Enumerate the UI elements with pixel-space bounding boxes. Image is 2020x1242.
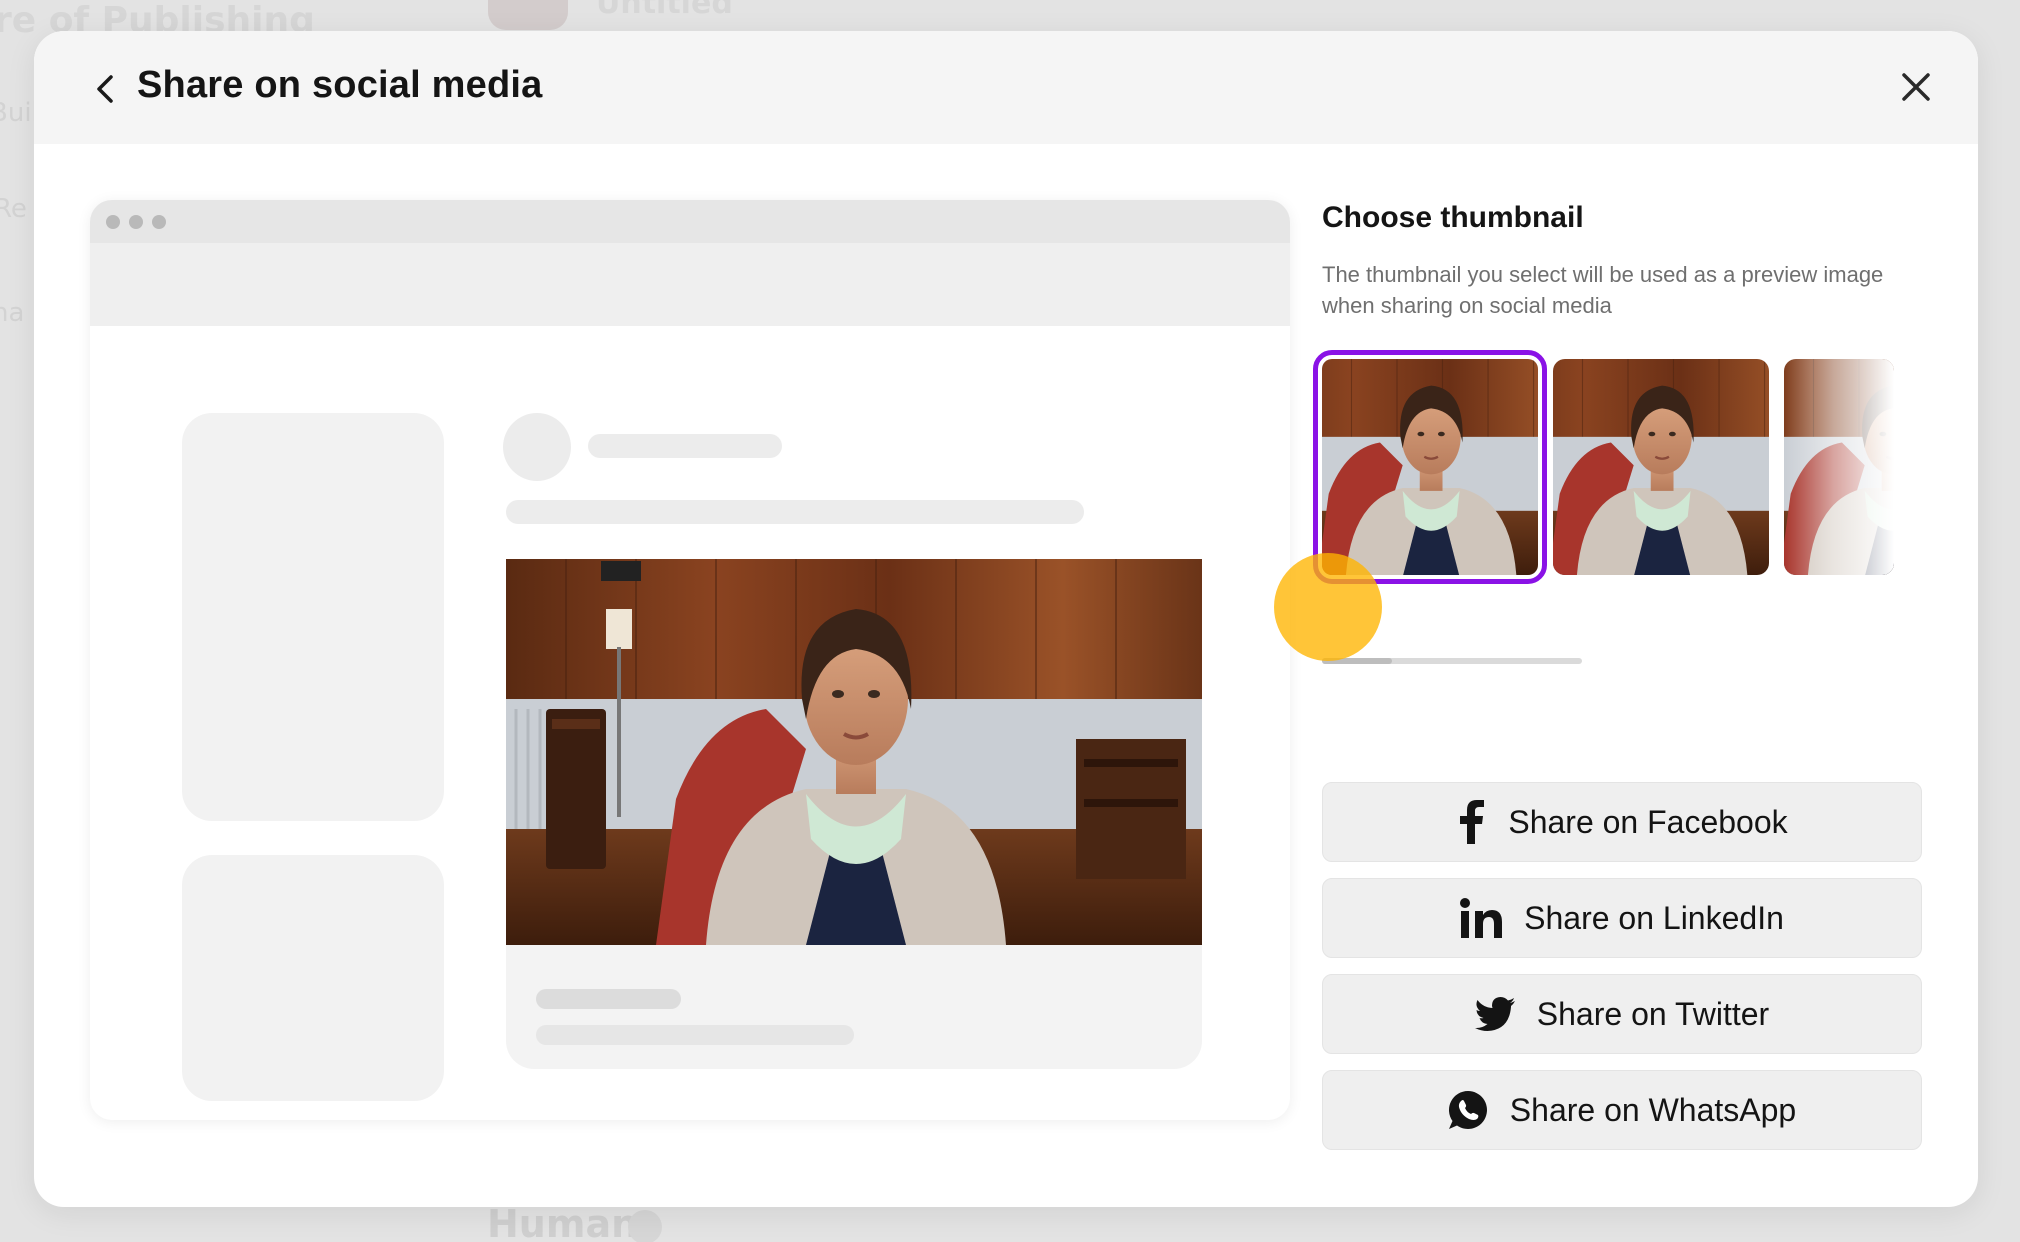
placeholder-caption-line <box>536 1025 854 1045</box>
chevron-left-icon <box>97 75 113 103</box>
thumbnail-image <box>1322 359 1538 575</box>
share-linkedin-button[interactable]: Share on LinkedIn <box>1322 878 1922 958</box>
facebook-icon <box>1460 800 1485 844</box>
share-whatsapp-button[interactable]: Share on WhatsApp <box>1322 1070 1922 1150</box>
window-dot <box>106 215 120 229</box>
share-whatsapp-label: Share on WhatsApp <box>1509 1091 1797 1128</box>
background-avatar <box>488 0 568 30</box>
background-top-label: Untitled <box>596 0 733 21</box>
background-nav-item: na <box>0 298 25 328</box>
placeholder-avatar <box>503 413 571 481</box>
share-modal: Share on social media Choose thumbnail T… <box>34 31 1978 1207</box>
placeholder-sidebar-block <box>182 855 444 1101</box>
twitter-icon <box>1474 997 1515 1031</box>
share-twitter-button[interactable]: Share on Twitter <box>1322 974 1922 1054</box>
close-icon <box>1902 73 1930 101</box>
post-preview-image <box>506 559 1202 945</box>
thumbnail-scrollbar[interactable] <box>1322 658 1582 664</box>
background-section-label: Human <box>487 1202 639 1242</box>
placeholder-caption-title <box>536 989 681 1009</box>
thumbnail-scrollbar-handle[interactable] <box>1322 658 1392 664</box>
placeholder-name-line <box>588 434 782 458</box>
thumbnail-strip[interactable] <box>1313 350 1902 619</box>
thumbnail-image <box>1553 359 1769 575</box>
window-dot <box>152 215 166 229</box>
share-facebook-button[interactable]: Share on Facebook <box>1322 782 1922 862</box>
share-twitter-label: Share on Twitter <box>1536 995 1770 1032</box>
browser-tab-bar <box>90 200 1290 243</box>
choose-thumbnail-heading: Choose thumbnail <box>1322 201 1584 234</box>
close-button[interactable] <box>1894 65 1938 109</box>
linkedin-icon <box>1460 898 1503 938</box>
placeholder-sidebar-block <box>182 413 444 821</box>
browser-address-bar <box>90 243 1290 326</box>
help-icon <box>628 1210 662 1242</box>
whatsapp-icon <box>1448 1091 1487 1129</box>
background-nav-item: Buil <box>0 98 39 128</box>
back-button[interactable] <box>84 67 128 111</box>
share-linkedin-label: Share on LinkedIn <box>1524 899 1784 936</box>
placeholder-text-line <box>506 500 1084 524</box>
modal-header: Share on social media <box>34 31 1978 144</box>
window-dot <box>129 215 143 229</box>
modal-title: Share on social media <box>137 64 543 106</box>
post-preview-card <box>506 559 1202 1069</box>
thumbnail-option[interactable] <box>1553 359 1769 575</box>
share-facebook-label: Share on Facebook <box>1508 803 1788 840</box>
thumbnail-option-selected[interactable] <box>1313 350 1547 584</box>
social-preview <box>90 200 1290 1120</box>
choose-thumbnail-description: The thumbnail you select will be used as… <box>1322 262 1884 318</box>
thumbnail-option[interactable] <box>1784 359 1894 575</box>
background-nav-item: Re <box>0 194 27 224</box>
thumbnail-fade-overlay <box>1784 359 1894 575</box>
